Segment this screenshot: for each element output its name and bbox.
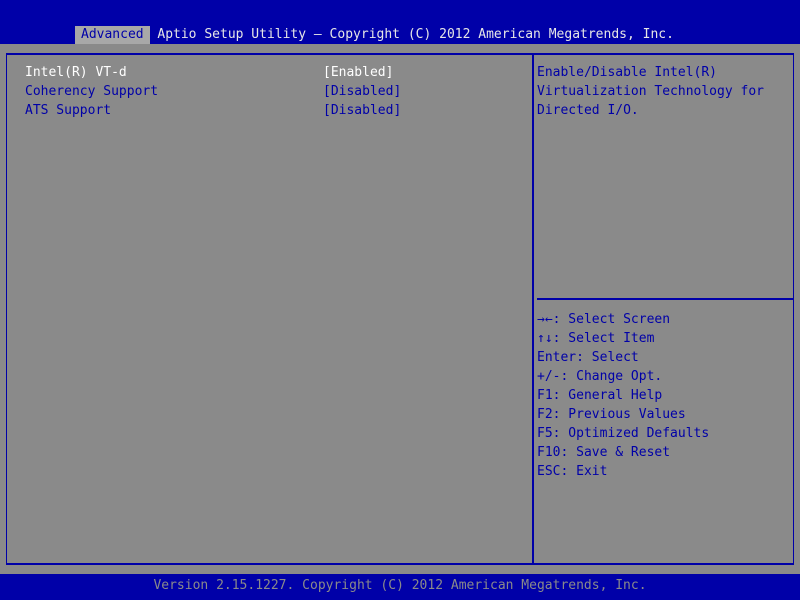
key-legend: →←: Select Screen ↑↓: Select Item Enter:…	[537, 310, 792, 481]
key-hint: F10: Save & Reset	[537, 445, 671, 460]
key-hint: F1: General Help	[537, 388, 663, 403]
setting-label: Coherency Support	[25, 84, 159, 99]
panel-frame	[6, 53, 794, 565]
help-line: Directed I/O.	[537, 103, 639, 118]
help-text: Enable/Disable Intel(R) Virtualization T…	[537, 63, 787, 120]
main-panel: Intel(R) VT-d [Enabled] Coherency Suppor…	[0, 44, 800, 574]
tab-bar: Advanced	[0, 26, 800, 44]
setting-row-coherency-support[interactable]: Coherency Support [Disabled]	[25, 82, 425, 101]
footer-version: Version 2.15.1227. Copyright (C) 2012 Am…	[153, 578, 647, 593]
help-separator	[537, 298, 793, 300]
setting-label: ATS Support	[25, 103, 112, 118]
key-hint: ESC: Exit	[537, 464, 608, 479]
help-line: Virtualization Technology for	[537, 84, 764, 99]
setting-row-intel-vt-d[interactable]: Intel(R) VT-d [Enabled]	[25, 63, 425, 82]
tab-advanced[interactable]: Advanced	[75, 26, 150, 44]
key-hint: ↑↓: Select Item	[537, 331, 655, 346]
key-hint: +/-: Change Opt.	[537, 369, 663, 384]
setting-value[interactable]: [Enabled]	[323, 63, 393, 82]
help-line: Enable/Disable Intel(R)	[537, 65, 718, 80]
key-hint: Enter: Select	[537, 350, 639, 365]
setting-value[interactable]: [Disabled]	[323, 101, 401, 120]
key-hint: →←: Select Screen	[537, 312, 671, 327]
panel-divider	[532, 53, 534, 565]
key-hint: F2: Previous Values	[537, 407, 686, 422]
title-bar: Aptio Setup Utility – Copyright (C) 2012…	[0, 6, 800, 42]
setting-value[interactable]: [Disabled]	[323, 82, 401, 101]
setting-row-ats-support[interactable]: ATS Support [Disabled]	[25, 101, 425, 120]
setting-label: Intel(R) VT-d	[25, 65, 127, 80]
bios-screen: Aptio Setup Utility – Copyright (C) 2012…	[0, 0, 800, 600]
key-hint: F5: Optimized Defaults	[537, 426, 710, 441]
